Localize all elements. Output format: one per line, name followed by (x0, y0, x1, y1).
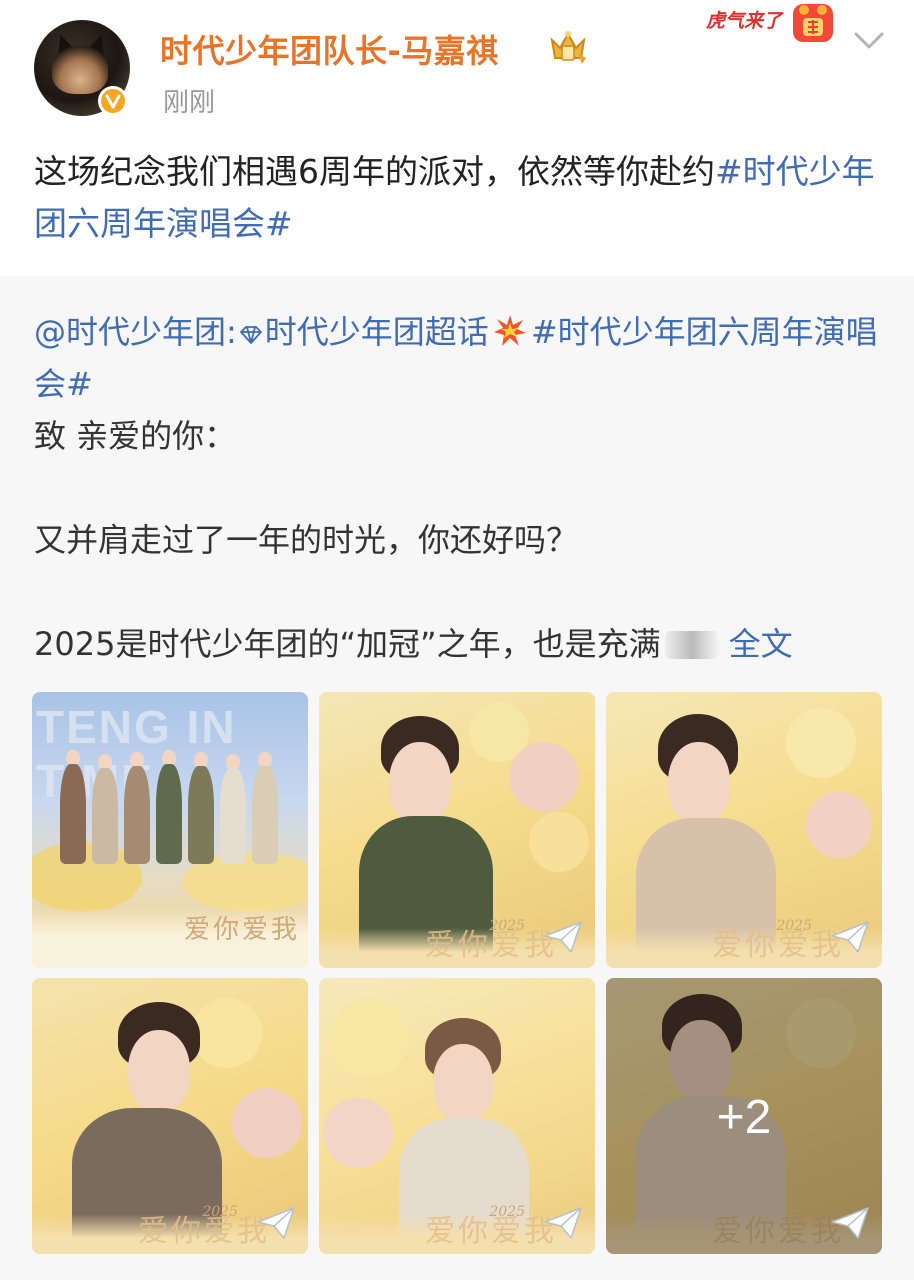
flower (323, 1098, 393, 1168)
image-caption: 爱你爱我 (138, 1214, 270, 1249)
truncation-fade (664, 631, 719, 659)
paper-plane-icon (831, 1207, 869, 1239)
person-body (92, 768, 118, 864)
image-grid: TENG IN TIME (32, 692, 882, 1254)
repost-greeting: 致 亲爱的你： (34, 417, 237, 455)
person-body (220, 768, 246, 864)
timestamp: 刚刚 (163, 88, 216, 118)
supertopic-link[interactable]: 时代少年团超话 (265, 313, 489, 351)
repost-line: 又并肩走过了一年的时光，你还好吗？ (34, 521, 579, 559)
paper-plane-icon (544, 921, 582, 953)
flower (806, 792, 872, 858)
flower (329, 998, 409, 1078)
boom-icon (493, 315, 526, 346)
paw-icon (793, 4, 833, 42)
paper-plane-icon (257, 1207, 295, 1239)
post-header: 时代少年团队长-马嘉祺 刚刚 虎气来了 (0, 0, 914, 140)
person-body (156, 764, 182, 864)
flower (192, 998, 262, 1068)
mention-link[interactable]: @时代少年团: (34, 313, 237, 351)
sticker-text: 虎气来了 (706, 10, 783, 32)
crown-icon[interactable] (548, 28, 588, 66)
read-more-link[interactable]: 全文 (729, 625, 793, 663)
repost-card[interactable]: @时代少年团: 时代少年团超话 #时代少年团六周年演唱会# 致 亲爱的你： 又并肩走… (0, 276, 914, 1280)
person-head (668, 742, 730, 824)
person-head (433, 1044, 493, 1122)
image-tile-more[interactable]: 爱你爱我 +2 (606, 978, 882, 1254)
paper-plane-icon (544, 1207, 582, 1239)
image-caption: 爱你爱我 (183, 915, 300, 945)
person-head (128, 1030, 190, 1112)
verified-badge-icon (98, 86, 128, 116)
image-caption: 爱你爱我 (425, 928, 557, 963)
person-body (252, 766, 278, 864)
image-tile[interactable]: 2025 爱你爱我 (32, 978, 308, 1254)
image-tile[interactable]: TENG IN TIME (32, 692, 308, 968)
person-body (60, 764, 86, 864)
person-head (389, 742, 451, 824)
more-images-count: +2 (716, 1091, 772, 1144)
flower (786, 708, 856, 778)
diamond-icon (239, 326, 262, 344)
image-caption: 爱你爱我 (425, 1214, 557, 1249)
flower (509, 742, 579, 812)
avatar-dog-face (52, 46, 108, 94)
paper-plane-icon (831, 921, 869, 953)
post-body: 这场纪念我们相遇6周年的派对，依然等你赴约#时代少年团六周年演唱会# (34, 146, 884, 250)
repost-body: @时代少年团: 时代少年团超话 #时代少年团六周年演唱会# 致 亲爱的你： 又并肩走… (34, 306, 884, 670)
chevron-down-icon[interactable] (852, 28, 886, 52)
username[interactable]: 时代少年团队长-马嘉祺 (160, 26, 499, 72)
repost-line: 2025是时代少年团的“加冠”之年，也是充满 (34, 625, 661, 663)
flower (232, 1088, 302, 1158)
image-tile[interactable]: 2025 爱你爱我 (319, 978, 595, 1254)
person-body (188, 766, 214, 864)
post-text: 这场纪念我们相遇6周年的派对，依然等你赴约 (34, 152, 715, 191)
image-caption: 爱你爱我 (712, 928, 844, 963)
image-tile[interactable]: 2025 爱你爱我 (606, 692, 882, 968)
image-tile[interactable]: 2025 爱你爱我 (319, 692, 595, 968)
person-body (124, 766, 150, 864)
sticker[interactable]: 虎气来了 (706, 0, 838, 44)
flower (529, 812, 589, 872)
